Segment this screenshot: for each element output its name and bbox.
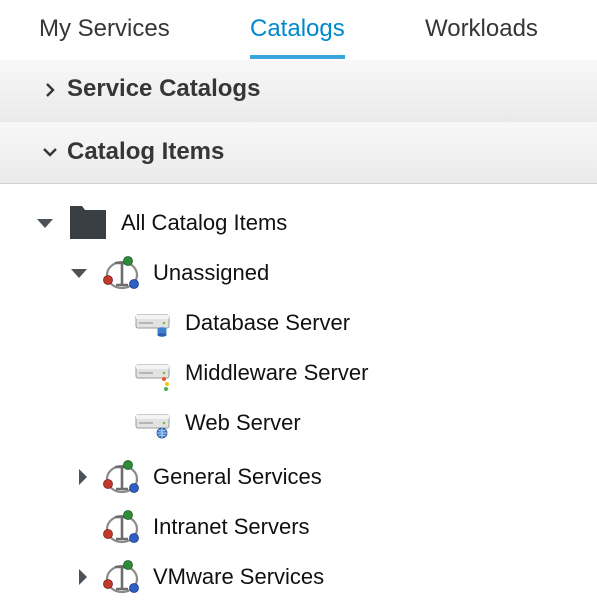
accordion-label: Catalog Items bbox=[67, 138, 225, 165]
tree-node-label: Intranet Servers bbox=[153, 514, 310, 539]
caret-right-icon[interactable] bbox=[74, 457, 92, 497]
active-tab-indicator bbox=[250, 55, 345, 59]
tree-node-all-catalog-items[interactable]: All Catalog Items bbox=[0, 203, 330, 243]
accordion-service-catalogs[interactable]: Service Catalogs bbox=[0, 60, 597, 123]
caret-right-icon[interactable] bbox=[74, 557, 92, 597]
tree-node-database-server[interactable]: Database Server bbox=[0, 303, 380, 343]
catalog-icon bbox=[103, 557, 143, 597]
tree-node-middleware-server[interactable]: Middleware Server bbox=[0, 353, 400, 393]
accordion-label: Service Catalogs bbox=[67, 75, 261, 102]
tree-node-label: Web Server bbox=[185, 410, 301, 435]
tree-node-vmware-services[interactable]: VMware Services bbox=[0, 557, 360, 597]
folder-icon bbox=[70, 206, 106, 239]
tree-node-label: VMware Services bbox=[153, 564, 325, 589]
server-middleware-icon bbox=[133, 353, 173, 391]
tree-node-label: Middleware Server bbox=[185, 360, 369, 385]
catalog-items-tree: All Catalog Items Unassigned Database Se… bbox=[0, 184, 597, 612]
caret-down-icon[interactable] bbox=[36, 203, 54, 243]
accordion-catalog-items[interactable]: Catalog Items bbox=[0, 122, 597, 184]
catalog-icon bbox=[103, 253, 143, 293]
tree-node-label: Database Server bbox=[185, 310, 351, 335]
tab-my-services[interactable]: My Services bbox=[39, 0, 170, 60]
chevron-down-icon bbox=[43, 148, 57, 157]
tree-node-general-services[interactable]: General Services bbox=[0, 457, 360, 497]
tree-node-unassigned[interactable]: Unassigned bbox=[0, 253, 300, 293]
server-database-icon bbox=[133, 303, 173, 337]
tree-node-intranet-servers[interactable]: Intranet Servers bbox=[0, 507, 340, 547]
catalog-icon bbox=[103, 457, 143, 497]
tree-node-label: All Catalog Items bbox=[121, 210, 288, 235]
server-web-icon bbox=[133, 403, 173, 439]
catalog-icon bbox=[103, 507, 143, 547]
caret-down-icon[interactable] bbox=[70, 253, 88, 293]
chevron-right-icon bbox=[46, 83, 55, 97]
tab-workloads[interactable]: Workloads bbox=[425, 0, 538, 60]
tab-catalogs[interactable]: Catalogs bbox=[250, 0, 345, 60]
tree-node-web-server[interactable]: Web Server bbox=[0, 403, 330, 443]
tab-bar: My Services Catalogs Workloads bbox=[0, 0, 597, 61]
tree-node-label: Unassigned bbox=[153, 260, 270, 285]
tree-node-label: General Services bbox=[153, 464, 322, 489]
